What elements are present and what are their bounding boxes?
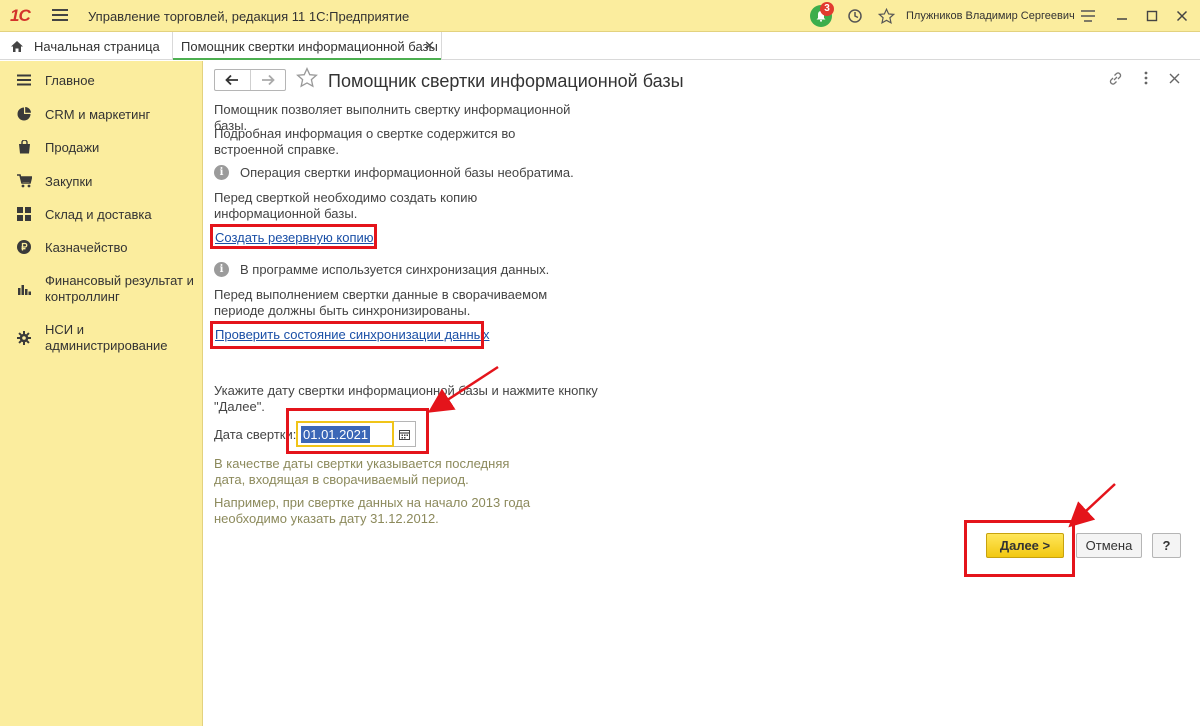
tab-bar: Начальная страница Помощник свертки инфо… [0, 32, 1200, 60]
maximize-icon[interactable] [1142, 6, 1162, 26]
rollup-date-label: Дата свертки: [214, 427, 297, 442]
irreversible-info: i Операция свертки информационной базы н… [214, 165, 574, 180]
navigation-buttons [214, 69, 286, 91]
warehouse-grid-icon [16, 206, 32, 222]
hint-example-text: Например, при свертке данных на начало 2… [214, 495, 531, 526]
info-icon: i [214, 262, 229, 277]
sidebar-item-admin[interactable]: НСИ и администрирование [0, 321, 203, 355]
help-button[interactable]: ? [1152, 533, 1181, 558]
ruble-coin-icon [16, 239, 32, 255]
sidebar-item-warehouse[interactable]: Склад и доставка [0, 205, 203, 225]
shopping-bag-icon [16, 139, 32, 155]
sync-used-text: В программе используется синхронизация д… [240, 262, 550, 277]
sidebar-item-purchases[interactable]: Закупки [0, 172, 203, 192]
sync-used-info: i В программе используется синхронизация… [214, 262, 549, 277]
minimize-icon[interactable] [1112, 6, 1132, 26]
close-window-icon[interactable] [1172, 6, 1192, 26]
rollup-wizard-form: Помощник свертки информационной базы Пом… [204, 61, 1200, 726]
highlight-sync-link [210, 321, 484, 349]
cancel-button[interactable]: Отмена [1076, 533, 1142, 558]
more-actions-icon[interactable] [1144, 71, 1148, 89]
highlight-date-field [286, 408, 429, 454]
favorite-star-icon[interactable] [296, 67, 318, 95]
app-logo: 1С [10, 6, 31, 25]
forward-arrow-icon[interactable] [249, 70, 285, 90]
info-icon: i [214, 165, 229, 180]
hint-last-date-text: В качестве даты свертки указывается посл… [214, 456, 510, 487]
title-bar: 1С Управление торговлей, редакция 11 1С:… [0, 0, 1200, 32]
link-icon[interactable] [1108, 71, 1123, 90]
current-user-name[interactable]: Плужников Владимир Сергеевич [906, 10, 1075, 22]
star-favorites-icon[interactable] [876, 6, 896, 26]
menu-lines-icon [16, 72, 32, 88]
main-menu-icon[interactable] [52, 9, 68, 23]
tab-home[interactable]: Начальная страница [0, 32, 166, 60]
tab-home-label: Начальная страница [34, 38, 160, 54]
history-icon[interactable] [845, 6, 865, 26]
gear-icon [16, 330, 32, 346]
form-title: Помощник свертки информационной базы [328, 71, 684, 91]
sidebar-item-treasury[interactable]: Казначейство [0, 238, 203, 258]
sidebar: Главное CRM и маркетинг Продажи Закупки … [0, 61, 203, 726]
sidebar-item-sales[interactable]: Продажи [0, 138, 203, 158]
highlight-backup-link [210, 224, 377, 249]
close-form-icon[interactable] [1169, 71, 1180, 88]
backup-note-text: Перед сверткой необходимо создать копию … [214, 190, 478, 221]
pie-chart-icon [16, 106, 32, 122]
notification-count-badge: 3 [820, 2, 834, 16]
cart-icon [16, 173, 32, 189]
sidebar-item-financial-results[interactable]: Финансовый результат и контроллинг [0, 272, 203, 306]
sync-note-text: Перед выполнением свертки данные в свора… [214, 287, 548, 318]
home-icon [11, 40, 23, 52]
highlight-next-button [964, 520, 1075, 577]
app-title: Управление торговлей, редакция 11 1С:Пре… [88, 9, 410, 24]
settings-lines-icon[interactable] [1078, 6, 1098, 26]
bar-chart-icon [16, 281, 32, 297]
tab-active-label: Помощник свертки информационной базы [181, 38, 438, 54]
back-arrow-icon[interactable] [215, 70, 250, 90]
tab-close-icon[interactable]: ✕ [424, 38, 435, 54]
irreversible-text: Операция свертки информационной базы нео… [240, 165, 574, 180]
sidebar-item-main[interactable]: Главное [0, 71, 203, 91]
help-note-text: Подробная информация о свертке содержитс… [214, 126, 516, 157]
sidebar-item-crm[interactable]: CRM и маркетинг [0, 105, 203, 125]
tab-rollup-wizard[interactable]: Помощник свертки информационной базы ✕ [172, 32, 442, 60]
